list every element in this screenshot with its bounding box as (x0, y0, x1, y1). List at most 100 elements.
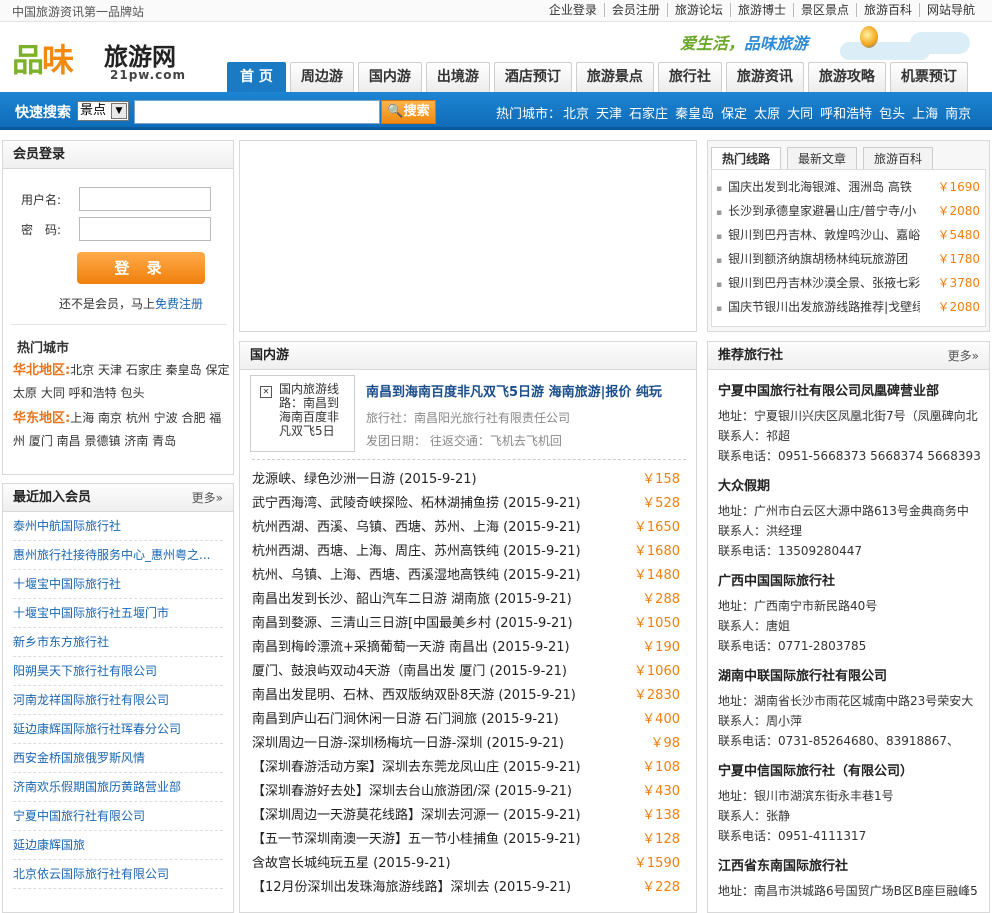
list-item[interactable]: 延边康辉国际旅行社珲春分公司 (13, 715, 223, 744)
agency-name[interactable]: 大众假期 (718, 477, 982, 497)
tab-hotel[interactable]: 酒店预订 (493, 62, 572, 92)
route-title[interactable]: 【五一节深圳南澳一天游】五一节小桂捕鱼 (2015-9-21) (252, 828, 581, 852)
tab-travel-wiki[interactable]: 旅游百科 (863, 147, 934, 169)
list-item[interactable]: 含故宫长城纯玩五星 (2015-9-21) ￥1590 (252, 852, 684, 876)
route-title[interactable]: 含故宫长城纯玩五星 (2015-9-21) (252, 852, 451, 876)
hot-city-link[interactable]: 石家庄 (629, 103, 668, 122)
route-title[interactable]: 杭州西湖、西溪、乌镇、西塘、苏州、上海 (2015-9-21) (252, 516, 581, 540)
tab-flights[interactable]: 机票预订 (889, 62, 968, 92)
list-item[interactable]: 杭州西湖、西塘、上海、周庄、苏州高铁纯 (2015-9-21) ￥1680 (252, 540, 684, 564)
route-title[interactable]: 南昌到梅岭漂流+采摘葡萄一天游 南昌出 (2015-9-21) (252, 636, 570, 660)
tab-domestic[interactable]: 国内游 (357, 62, 422, 92)
hot-city-link[interactable]: 呼和浩特 (820, 103, 872, 122)
list-item[interactable]: 银川到巴丹吉林、敦煌鸣沙山、嘉峪 ￥5480 (716, 223, 980, 247)
link-doctor[interactable]: 旅游博士 (729, 3, 793, 17)
link-wiki[interactable]: 旅游百科 (855, 3, 919, 17)
route-title[interactable]: 银川到额济纳旗胡杨林纯玩旅游团 (716, 247, 920, 271)
list-item[interactable]: 南昌到庐山石门涧休闲一日游 石门涧旅 (2015-9-21) ￥400 (252, 708, 684, 732)
route-title[interactable]: 杭州西湖、西塘、上海、周庄、苏州高铁纯 (2015-9-21) (252, 540, 581, 564)
hot-city-link[interactable]: 保定 (721, 103, 747, 122)
route-title[interactable]: 国庆出发到北海银滩、涠洲岛 高铁 (716, 175, 920, 199)
list-item[interactable]: 国庆出发到北海银滩、涠洲岛 高铁 ￥1690 (716, 175, 980, 199)
agency-name[interactable]: 宁夏中国旅行社有限公司凤凰碑营业部 (718, 382, 982, 402)
route-title[interactable]: 【深圳春游活动方案】深圳去东莞龙凤山庄 (2015-9-21) (252, 756, 581, 780)
search-button[interactable]: 🔍搜索 (381, 100, 436, 124)
members-more-link[interactable]: 更多» (192, 484, 223, 512)
tab-news[interactable]: 旅游资讯 (725, 62, 804, 92)
hot-city-link[interactable]: 天津 (596, 103, 622, 122)
tab-agency[interactable]: 旅行社 (657, 62, 722, 92)
list-item[interactable]: 【深圳春游活动方案】深圳去东莞龙凤山庄 (2015-9-21) ￥108 (252, 756, 684, 780)
list-item[interactable]: 银川到巴丹吉林沙漠全景、张掖七彩 ￥3780 (716, 271, 980, 295)
list-item[interactable]: 南昌出发到长沙、韶山汽车二日游 湖南旅 (2015-9-21) ￥288 (252, 588, 684, 612)
list-item[interactable]: 十堰宝中国际旅行社五堰门市 (13, 599, 223, 628)
list-item[interactable]: 厦门、鼓浪屿双动4天游（南昌出发 厦门 (2015-9-21) ￥1060 (252, 660, 684, 684)
hot-city-link[interactable]: 大同 (787, 103, 813, 122)
list-item[interactable]: 龙源峡、绿色沙洲一日游 (2015-9-21) ￥158 (252, 468, 684, 492)
list-item[interactable]: 深圳周边一日游-深圳杨梅坑一日游-深圳 (2015-9-21) ￥98 (252, 732, 684, 756)
list-item[interactable]: 银川到额济纳旗胡杨林纯玩旅游团 ￥1780 (716, 247, 980, 271)
list-item[interactable]: 国庆节银川出发旅游线路推荐|戈壁绿 ￥2080 (716, 295, 980, 319)
list-item[interactable]: 【12月份深圳出发珠海旅游线路】深圳去 (2015-9-21) ￥228 (252, 876, 684, 900)
register-link[interactable]: 免费注册 (155, 297, 203, 311)
tab-home[interactable]: 首 页 (227, 62, 286, 92)
route-title[interactable]: 龙源峡、绿色沙洲一日游 (2015-9-21) (252, 468, 477, 492)
list-item[interactable]: 北京依云国际旅行社有限公司 (13, 860, 223, 889)
list-item[interactable]: 【五一节深圳南澳一天游】五一节小桂捕鱼 (2015-9-21) ￥128 (252, 828, 684, 852)
link-scenic[interactable]: 景区景点 (792, 3, 856, 17)
list-item[interactable]: 西安金桥国旅俄罗斯风情 (13, 744, 223, 773)
hot-city-link[interactable]: 南京 (945, 103, 971, 122)
link-site-nav[interactable]: 网站导航 (918, 3, 982, 17)
list-item[interactable]: 杭州、乌镇、上海、西塘、西溪湿地高铁纯 (2015-9-21) ￥1480 (252, 564, 684, 588)
tab-scenic[interactable]: 旅游景点 (575, 62, 654, 92)
list-item[interactable]: 南昌到婺源、三清山三日游[中国最美乡村 (2015-9-21) ￥1050 (252, 612, 684, 636)
site-logo[interactable]: 品味 旅游网 21pw.com (12, 35, 192, 85)
route-title[interactable]: 【深圳周边一天游莫花线路】深圳去河源一 (2015-9-21) (252, 804, 581, 828)
route-title[interactable]: 国庆节银川出发旅游线路推荐|戈壁绿 (716, 295, 920, 319)
route-title[interactable]: 南昌出发到长沙、韶山汽车二日游 湖南旅 (2015-9-21) (252, 588, 572, 612)
list-item[interactable]: 南昌到梅岭漂流+采摘葡萄一天游 南昌出 (2015-9-21) ￥190 (252, 636, 684, 660)
list-item[interactable]: 惠州旅行社接待服务中心_惠州粤之... (13, 541, 223, 570)
list-item[interactable]: 【深圳春游好去处】深圳去台山旅游团/深 (2015-9-21) ￥430 (252, 780, 684, 804)
list-item[interactable]: 新乡市东方旅行社 (13, 628, 223, 657)
tab-outbound[interactable]: 出境游 (425, 62, 490, 92)
link-forum[interactable]: 旅游论坛 (666, 3, 730, 17)
route-title[interactable]: 南昌到婺源、三清山三日游[中国最美乡村 (2015-9-21) (252, 612, 573, 636)
link-member-register[interactable]: 会员注册 (603, 3, 667, 17)
hot-city-link[interactable]: 秦皇岛 (675, 103, 714, 122)
agency-name[interactable]: 湖南中联国际旅行社有限公司 (718, 667, 982, 687)
route-title[interactable]: 南昌出发昆明、石林、西双版纳双卧8天游 (2015-9-21) (252, 684, 576, 708)
route-title[interactable]: 武宁西海湾、武陵奇峡探险、柘林湖捕鱼捞 (2015-9-21) (252, 492, 581, 516)
agency-name[interactable]: 宁夏中信国际旅行社（有限公司） (718, 762, 982, 782)
username-field[interactable] (79, 187, 211, 211)
list-item[interactable]: 宁夏中国旅行社有限公司 (13, 802, 223, 831)
tab-guide[interactable]: 旅游攻略 (807, 62, 886, 92)
list-item[interactable]: 泰州中航国际旅行社 (13, 512, 223, 541)
route-title[interactable]: 南昌到庐山石门涧休闲一日游 石门涧旅 (2015-9-21) (252, 708, 559, 732)
route-title[interactable]: 厦门、鼓浪屿双动4天游（南昌出发 厦门 (2015-9-21) (252, 660, 567, 684)
route-title[interactable]: 【深圳春游好去处】深圳去台山旅游团/深 (2015-9-21) (252, 780, 572, 804)
list-item[interactable]: 长沙到承德皇家避暑山庄/普宁寺/小 ￥2080 (716, 199, 980, 223)
route-title[interactable]: 深圳周边一日游-深圳杨梅坑一日游-深圳 (2015-9-21) (252, 732, 564, 756)
search-input[interactable] (134, 100, 380, 124)
list-item[interactable]: 济南欢乐假期国旅历黄路营业部 (13, 773, 223, 802)
route-title[interactable]: 银川到巴丹吉林沙漠全景、张掖七彩 (716, 271, 920, 295)
feature-title[interactable]: 南昌到海南百度非凡双飞5日游 海南旅游|报价 纯玩 (366, 381, 662, 400)
password-field[interactable] (79, 217, 211, 241)
list-item[interactable]: 阳朔昊天下旅行社有限公司 (13, 657, 223, 686)
feature-image[interactable]: ✕ 国内旅游线路：南昌到海南百度非凡双飞5日 (250, 375, 355, 452)
search-type-select[interactable]: 景点 ▼ (77, 101, 129, 121)
list-item[interactable]: 南昌出发昆明、石林、西双版纳双卧8天游 (2015-9-21) ￥2830 (252, 684, 684, 708)
route-title[interactable]: 长沙到承德皇家避暑山庄/普宁寺/小 (716, 199, 920, 223)
tab-hot-routes[interactable]: 热门线路 (711, 147, 782, 169)
tab-nearby[interactable]: 周边游 (289, 62, 354, 92)
agency-name[interactable]: 广西中国国际旅行社 (718, 572, 982, 592)
chevron-down-icon[interactable]: ▼ (111, 103, 127, 119)
hot-city-link[interactable]: 上海 (912, 103, 938, 122)
hot-city-link[interactable]: 北京 (563, 103, 589, 122)
hot-city-link[interactable]: 太原 (754, 103, 780, 122)
link-enterprise-login[interactable]: 企业登录 (542, 3, 604, 17)
login-button[interactable]: 登 录 (77, 252, 205, 284)
list-item[interactable]: 延边康辉国旅 (13, 831, 223, 860)
list-item[interactable]: 武宁西海湾、武陵奇峡探险、柘林湖捕鱼捞 (2015-9-21) ￥528 (252, 492, 684, 516)
